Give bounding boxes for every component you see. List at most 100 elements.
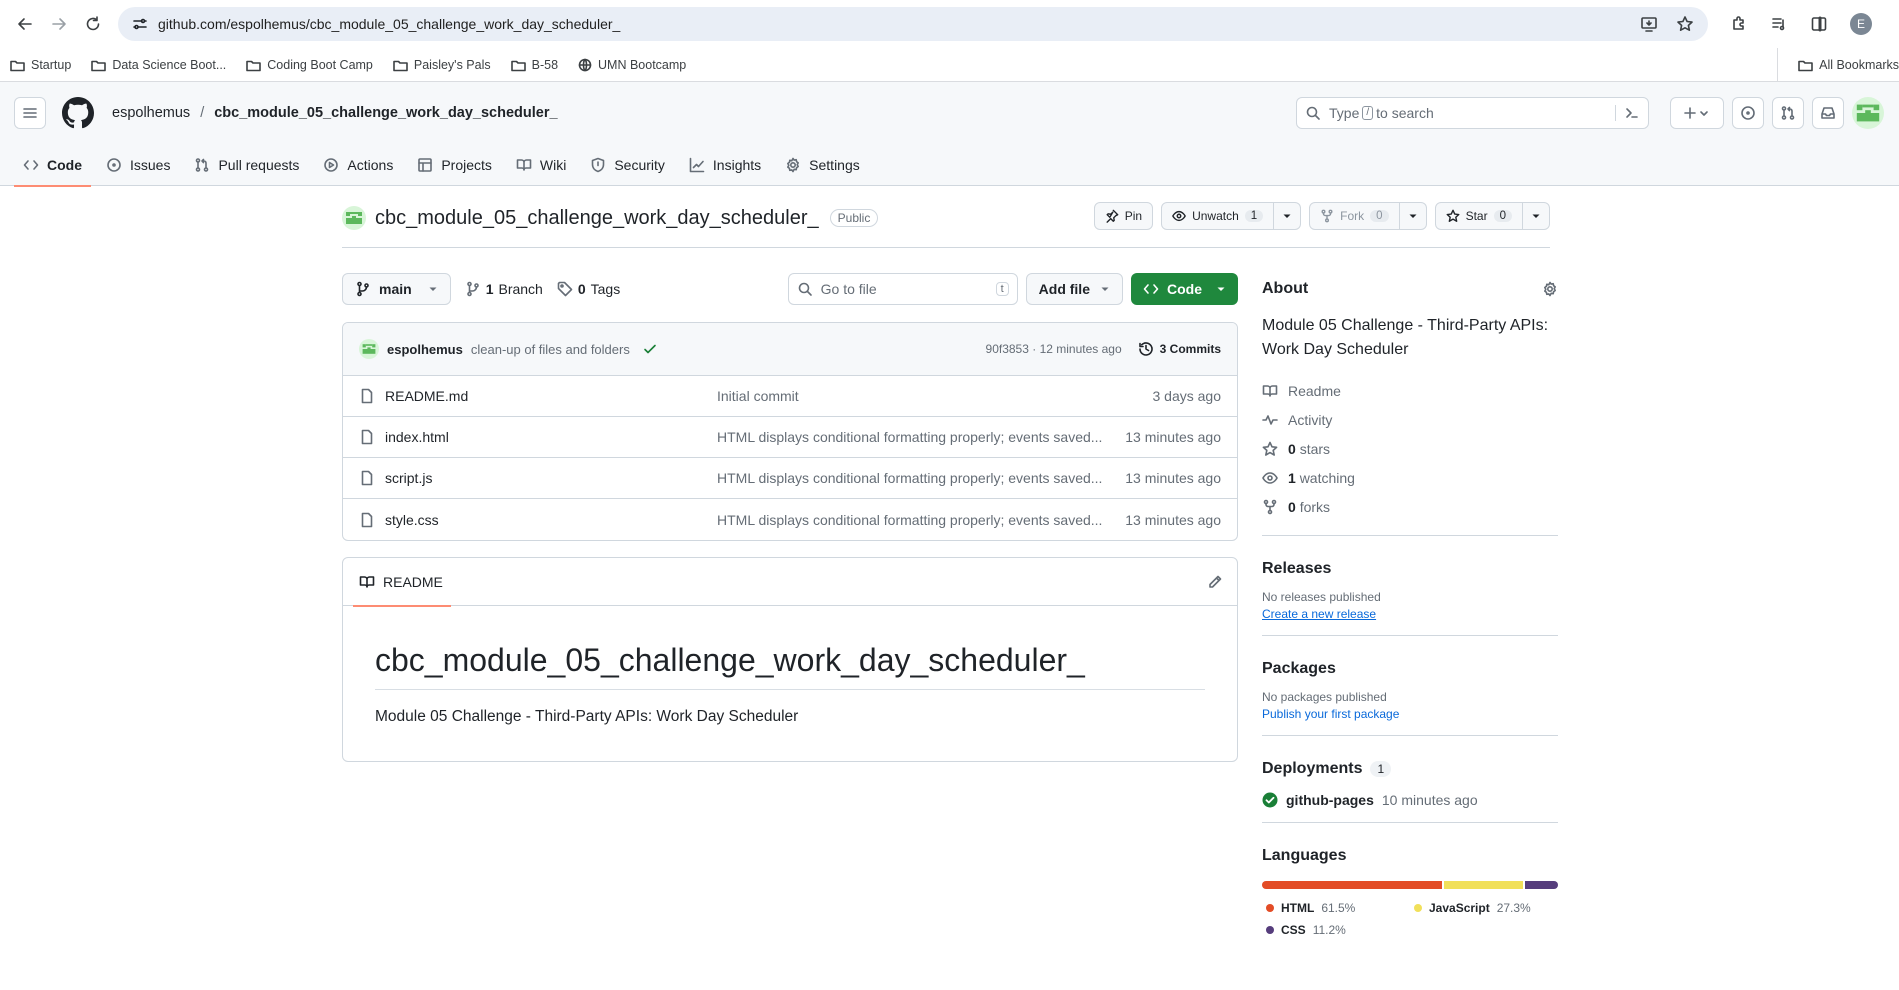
bookmark-umn-bootcamp[interactable]: UMN Bootcamp <box>578 58 686 72</box>
search-input[interactable]: Type / to search <box>1296 97 1649 129</box>
readme-tab[interactable]: README <box>353 558 451 607</box>
unwatch-button[interactable]: Unwatch 1 <box>1161 202 1275 230</box>
file-row[interactable]: index.html HTML displays conditional for… <box>343 417 1237 458</box>
command-palette-button[interactable] <box>1615 105 1640 121</box>
owner-avatar[interactable] <box>342 206 366 230</box>
bookmark-paisleys-pals[interactable]: Paisley's Pals <box>393 58 491 72</box>
create-release-link[interactable]: Create a new release <box>1262 607 1558 621</box>
media-control-icon[interactable] <box>1770 15 1788 33</box>
url-text[interactable]: github.com/espolhemus/cbc_module_05_chal… <box>158 16 1640 32</box>
back-button[interactable] <box>8 7 42 41</box>
tab-security[interactable]: Security <box>581 144 674 186</box>
file-name[interactable]: README.md <box>385 388 717 404</box>
watching-count: 1 <box>1288 469 1296 486</box>
issue-icon <box>1741 106 1755 120</box>
bookmark-b58[interactable]: B-58 <box>510 58 558 72</box>
file-commit-message[interactable]: HTML displays conditional formatting pro… <box>717 470 1107 486</box>
deployments-heading[interactable]: Deployments 1 <box>1262 752 1558 786</box>
tab-projects[interactable]: Projects <box>408 144 501 186</box>
go-to-file-input[interactable]: Go to file t <box>787 273 1018 305</box>
star-dropdown-button[interactable] <box>1523 202 1550 230</box>
language-bar-html[interactable] <box>1262 881 1442 889</box>
site-info-icon[interactable] <box>132 16 148 32</box>
branches-link[interactable]: 1 Branch <box>465 281 543 297</box>
user-avatar[interactable] <box>1852 97 1884 129</box>
all-bookmarks-label: All Bookmarks <box>1819 58 1899 72</box>
watch-dropdown-button[interactable] <box>1274 202 1302 230</box>
commits-link[interactable]: 3 Commits <box>1138 341 1221 357</box>
tab-insights[interactable]: Insights <box>680 144 770 186</box>
file-row[interactable]: script.js HTML displays conditional form… <box>343 458 1237 499</box>
breadcrumb-repo[interactable]: cbc_module_05_challenge_work_day_schedul… <box>214 105 557 121</box>
language-item-javascript[interactable]: JavaScript 27.3% <box>1410 897 1558 919</box>
publish-package-link[interactable]: Publish your first package <box>1262 707 1558 721</box>
bookmark-coding-boot-camp[interactable]: Coding Boot Camp <box>246 58 373 72</box>
pin-button[interactable]: Pin <box>1093 202 1154 230</box>
language-item-html[interactable]: HTML 61.5% <box>1262 897 1410 919</box>
language-bar-javascript[interactable] <box>1443 881 1524 889</box>
branch-selector[interactable]: main <box>342 273 451 305</box>
install-app-icon[interactable] <box>1640 15 1658 33</box>
pin-label: Pin <box>1124 209 1143 223</box>
github-logo-icon[interactable] <box>62 97 94 129</box>
commit-message[interactable]: clean-up of files and folders <box>471 342 630 357</box>
language-item-css[interactable]: CSS 11.2% <box>1262 919 1410 941</box>
issues-button[interactable] <box>1732 97 1764 129</box>
forks-link[interactable]: 0 forks <box>1262 492 1558 521</box>
all-bookmarks[interactable]: All Bookmarks <box>1777 48 1899 82</box>
address-bar[interactable]: github.com/espolhemus/cbc_module_05_chal… <box>118 7 1708 41</box>
check-icon[interactable] <box>642 341 658 357</box>
breadcrumb-separator: / <box>200 105 205 121</box>
fork-dropdown-button[interactable] <box>1399 202 1427 230</box>
file-row[interactable]: style.css HTML displays conditional form… <box>343 499 1237 540</box>
bookmark-data-science[interactable]: Data Science Boot... <box>91 58 226 72</box>
profile-avatar[interactable]: E <box>1850 13 1872 35</box>
file-name[interactable]: script.js <box>385 470 717 486</box>
tab-settings[interactable]: Settings <box>776 144 869 186</box>
add-file-button[interactable]: Add file <box>1025 273 1123 305</box>
file-commit-message[interactable]: HTML displays conditional formatting pro… <box>717 512 1107 528</box>
packages-heading[interactable]: Packages <box>1262 652 1558 686</box>
language-bar-css[interactable] <box>1525 881 1558 889</box>
releases-heading[interactable]: Releases <box>1262 552 1558 586</box>
tab-code[interactable]: Code <box>14 144 91 187</box>
activity-link[interactable]: Activity <box>1262 405 1558 434</box>
file-name[interactable]: style.css <box>385 512 717 528</box>
gear-icon[interactable] <box>1542 281 1558 297</box>
tab-pull-requests[interactable]: Pull requests <box>185 144 308 186</box>
side-panel-icon[interactable] <box>1810 15 1828 33</box>
file-name[interactable]: index.html <box>385 429 717 445</box>
tab-wiki[interactable]: Wiki <box>507 144 575 186</box>
star-button[interactable]: Star 0 <box>1434 202 1523 230</box>
pencil-icon[interactable] <box>1207 574 1223 590</box>
code-button[interactable]: Code <box>1131 273 1238 305</box>
breadcrumb-owner[interactable]: espolhemus <box>112 105 190 121</box>
inbox-button[interactable] <box>1812 97 1844 129</box>
reload-button[interactable] <box>76 7 110 41</box>
commit-hash-time[interactable]: 90f3853 · 12 minutes ago <box>986 342 1122 356</box>
tab-actions[interactable]: Actions <box>314 144 402 186</box>
forward-button[interactable] <box>42 7 76 41</box>
fork-button[interactable]: Fork 0 <box>1309 202 1400 230</box>
file-commit-message[interactable]: HTML displays conditional formatting pro… <box>717 429 1107 445</box>
file-commit-message[interactable]: Initial commit <box>717 388 1107 404</box>
menu-button[interactable] <box>14 97 46 129</box>
commit-author-avatar[interactable] <box>359 339 379 359</box>
stars-link[interactable]: 0 stars <box>1262 434 1558 463</box>
create-new-button[interactable] <box>1670 97 1724 129</box>
bookmark-startup[interactable]: Startup <box>10 58 71 72</box>
repo-name[interactable]: cbc_module_05_challenge_work_day_schedul… <box>375 207 819 230</box>
caret-down-icon <box>1217 287 1225 291</box>
extensions-icon[interactable] <box>1730 15 1748 33</box>
pull-requests-button[interactable] <box>1772 97 1804 129</box>
watching-link[interactable]: 1 watching <box>1262 463 1558 492</box>
file-row[interactable]: README.md Initial commit 3 days ago <box>343 376 1237 417</box>
sidebar: About Module 05 Challenge - Third-Party … <box>1262 272 1558 941</box>
readme-link[interactable]: Readme <box>1262 376 1558 405</box>
deployment-env[interactable]: github-pages <box>1286 792 1374 808</box>
tags-link[interactable]: 0 Tags <box>557 281 620 297</box>
commit-author[interactable]: espolhemus <box>387 342 463 357</box>
tab-issues[interactable]: Issues <box>97 144 179 186</box>
star-bookmark-icon[interactable] <box>1676 15 1694 33</box>
deployment-item[interactable]: github-pages 10 minutes ago <box>1262 792 1558 808</box>
